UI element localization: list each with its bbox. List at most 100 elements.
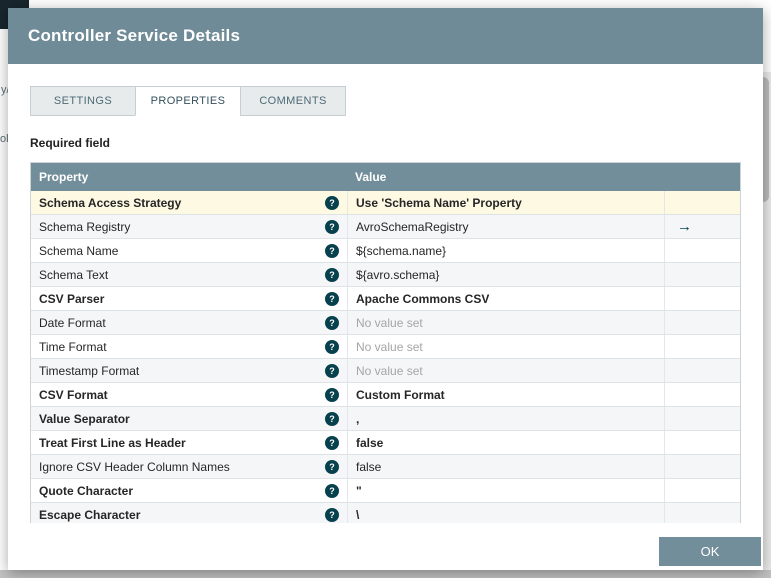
row-actions-cell	[665, 239, 740, 262]
dialog-body: SETTINGS PROPERTIES COMMENTS Required fiel…	[8, 64, 763, 523]
property-name-cell: Escape Character?	[31, 503, 347, 523]
help-icon[interactable]: ?	[325, 219, 339, 234]
property-name: Timestamp Format	[39, 363, 140, 378]
property-name-cell: Ignore CSV Header Column Names?	[31, 455, 347, 478]
help-icon[interactable]: ?	[325, 483, 339, 498]
property-name-cell: Time Format?	[31, 335, 347, 358]
property-name-cell: Quote Character?	[31, 479, 347, 502]
property-name-cell: Schema Registry?	[31, 215, 347, 238]
property-value: No value set	[347, 359, 665, 382]
property-row[interactable]: Schema Registry? AvroSchemaRegistry →	[31, 215, 740, 239]
row-actions-cell	[665, 359, 740, 382]
property-name-cell: Timestamp Format?	[31, 359, 347, 382]
column-header-value: Value	[355, 170, 387, 184]
help-icon[interactable]: ?	[325, 243, 339, 258]
row-actions-cell	[665, 407, 740, 430]
property-value: ${avro.schema}	[347, 263, 665, 286]
property-row[interactable]: Quote Character? "	[31, 479, 740, 503]
property-value: \	[347, 503, 665, 523]
row-actions-cell	[665, 503, 740, 523]
property-value: false	[347, 431, 665, 454]
property-name-cell: CSV Parser?	[31, 287, 347, 310]
page-bottom-edge	[0, 570, 771, 578]
property-name-cell: Schema Access Strategy?	[31, 191, 347, 214]
help-icon[interactable]: ?	[325, 291, 339, 306]
property-name: CSV Parser	[39, 291, 105, 306]
property-name: Date Format	[39, 315, 106, 330]
property-name: Schema Access Strategy	[39, 195, 182, 210]
help-icon[interactable]: ?	[325, 195, 339, 210]
property-row[interactable]: Escape Character? \	[31, 503, 740, 523]
property-name-cell: Value Separator?	[31, 407, 347, 430]
property-name-cell: Schema Name?	[31, 239, 347, 262]
dialog-title: Controller Service Details	[28, 26, 241, 45]
tab-settings[interactable]: SETTINGS	[30, 86, 136, 116]
row-actions-cell	[665, 431, 740, 454]
property-row[interactable]: Timestamp Format? No value set	[31, 359, 740, 383]
properties-table-header: Property Value	[31, 163, 740, 191]
help-icon[interactable]: ?	[325, 507, 339, 522]
properties-table: Property Value Schema Access Strategy? Us…	[30, 162, 741, 523]
property-value: ${schema.name}	[347, 239, 665, 262]
property-name-cell: CSV Format?	[31, 383, 347, 406]
help-icon[interactable]: ?	[325, 315, 339, 330]
help-icon[interactable]: ?	[325, 411, 339, 426]
column-header-property: Property	[39, 170, 89, 184]
property-row[interactable]: Schema Access Strategy? Use 'Schema Name'…	[31, 191, 740, 215]
help-icon[interactable]: ?	[325, 459, 339, 474]
property-value: "	[347, 479, 665, 502]
property-row[interactable]: Schema Name? ${schema.name}	[31, 239, 740, 263]
property-name: Time Format	[39, 339, 107, 354]
row-actions-cell	[665, 191, 740, 214]
property-value: Apache Commons CSV	[347, 287, 665, 310]
property-name: Treat First Line as Header	[39, 435, 186, 450]
tab-properties[interactable]: PROPERTIES	[135, 86, 241, 116]
help-icon[interactable]: ?	[325, 387, 339, 402]
property-value: AvroSchemaRegistry	[347, 215, 665, 238]
property-name-cell: Schema Text?	[31, 263, 347, 286]
required-field-label: Required field	[30, 136, 111, 150]
property-row[interactable]: CSV Format? Custom Format	[31, 383, 740, 407]
ok-button[interactable]: OK	[659, 537, 761, 566]
property-name: Ignore CSV Header Column Names	[39, 459, 230, 474]
property-value: No value set	[347, 311, 665, 334]
property-row[interactable]: Time Format? No value set	[31, 335, 740, 359]
property-name-cell: Treat First Line as Header?	[31, 431, 347, 454]
property-name: Value Separator	[39, 411, 130, 426]
help-icon[interactable]: ?	[325, 435, 339, 450]
property-row[interactable]: CSV Parser? Apache Commons CSV	[31, 287, 740, 311]
properties-table-body: Schema Access Strategy? Use 'Schema Name'…	[31, 191, 740, 523]
property-value: false	[347, 455, 665, 478]
property-name: Escape Character	[39, 507, 141, 522]
property-value: ,	[347, 407, 665, 430]
property-row[interactable]: Value Separator?,	[31, 407, 740, 431]
property-row[interactable]: Date Format? No value set	[31, 311, 740, 335]
controller-service-details-dialog: Controller Service Details SETTINGS PROPE…	[8, 8, 763, 570]
property-name: Quote Character	[39, 483, 134, 498]
property-name-cell: Date Format?	[31, 311, 347, 334]
property-value: Use 'Schema Name' Property	[347, 191, 665, 214]
help-icon[interactable]: ?	[325, 339, 339, 354]
row-actions-cell	[665, 287, 740, 310]
property-row[interactable]: Ignore CSV Header Column Names? false	[31, 455, 740, 479]
help-icon[interactable]: ?	[325, 363, 339, 378]
row-actions-cell	[665, 263, 740, 286]
property-value: Custom Format	[347, 383, 665, 406]
property-value: No value set	[347, 335, 665, 358]
property-name: Schema Text	[39, 267, 109, 282]
row-actions-cell	[665, 311, 740, 334]
go-to-service-icon[interactable]: →	[677, 219, 692, 234]
property-row[interactable]: Schema Text? ${avro.schema}	[31, 263, 740, 287]
dialog-header: Controller Service Details	[8, 8, 763, 64]
help-icon[interactable]: ?	[325, 267, 339, 282]
property-name: Schema Name	[39, 243, 119, 258]
property-row[interactable]: Treat First Line as Header? false	[31, 431, 740, 455]
row-actions-cell	[665, 383, 740, 406]
row-actions-cell	[665, 455, 740, 478]
tab-bar: SETTINGS PROPERTIES COMMENTS	[30, 86, 741, 116]
row-actions-cell	[665, 479, 740, 502]
property-name: Schema Registry	[39, 219, 131, 234]
tab-comments[interactable]: COMMENTS	[240, 86, 346, 116]
property-name: CSV Format	[39, 387, 108, 402]
row-actions-cell	[665, 335, 740, 358]
